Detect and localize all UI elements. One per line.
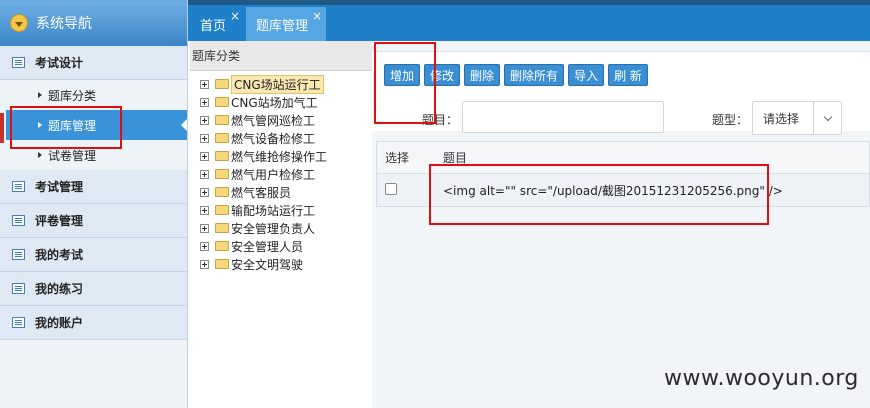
import-button[interactable]: 导入 [568,64,605,86]
row-checkbox[interactable] [385,182,397,195]
sidebar-group-label: 考试设计 [35,56,84,70]
tree-node[interactable]: 安全文明驾驶 [190,255,372,273]
category-panel-title: 题库分类 [190,41,372,71]
tab-bar: 首页 × 题库管理 × [188,5,870,41]
tree-node[interactable]: CNG站场加气工 [190,93,372,111]
tab-label: 题库管理 [256,18,309,34]
annotation-box [374,42,436,124]
tree-node[interactable]: 燃气客服员 [190,183,372,201]
nav-header-label: 系统导航 [36,16,92,32]
folder-icon [215,133,229,143]
chevron-down-icon[interactable] [813,102,841,134]
column-header-select: 选择 [385,151,410,165]
tree-node-label[interactable]: 燃气用户检修工 [231,166,315,183]
type-filter-label: 题型： [712,113,749,127]
tree-node[interactable]: 燃气维抢修操作工 [190,147,372,165]
folder-icon [215,115,229,125]
expand-icon[interactable] [200,223,209,233]
expand-icon[interactable] [200,133,209,143]
row-select-cell [377,182,419,198]
expand-icon[interactable] [200,151,209,161]
toolbar-area: 增加 修改 删除 删除所有 导入 刷 新 题目： 题型： 请选择 [372,51,870,135]
tree-node[interactable]: 输配场站运行工 [190,201,372,219]
nav-header[interactable]: 系统导航 [0,0,187,46]
type-select[interactable]: 请选择 [752,101,842,135]
delete-all-button[interactable]: 删除所有 [504,64,565,86]
folder-icon [215,259,229,269]
sidebar-group-exam-management[interactable]: 考试管理 [0,170,187,204]
tree-node[interactable]: 燃气管网巡检工 [190,111,372,129]
tree-node-label[interactable]: 安全管理人员 [231,238,303,255]
close-icon[interactable]: × [312,9,322,23]
active-indicator [0,113,4,143]
sidebar-item-label: 试卷管理 [48,148,97,163]
expand-icon[interactable] [200,187,209,197]
sidebar-group-label: 我的练习 [35,282,84,296]
folder-icon [215,205,229,215]
tree-node-label[interactable]: 燃气客服员 [231,184,291,201]
tree-node[interactable]: CNG场站运行工 [190,74,372,94]
expand-icon[interactable] [200,205,209,215]
sidebar: 系统导航 考试设计 题库分类 题库管理 试卷管理 考试管理 评卷管理 我的考试 … [0,0,188,408]
annotation-box [429,164,769,225]
category-tree: CNG场站运行工 CNG站场加气工 燃气管网巡检工 燃气设备检修工 燃气维抢修操… [190,71,372,273]
folder-icon [215,151,229,161]
folder-icon [215,223,229,233]
list-icon [12,57,25,68]
list-icon [12,215,25,226]
list-icon [12,181,25,192]
sidebar-item-label: 题库分类 [48,88,97,103]
sidebar-group-label: 我的考试 [35,248,84,262]
sidebar-group-label: 评卷管理 [35,214,84,228]
arrow-right-icon [38,92,42,98]
tab-question-bank[interactable]: 题库管理 × [246,7,327,41]
question-filter-input[interactable] [462,101,664,133]
category-panel: 题库分类 CNG场站运行工 CNG站场加气工 燃气管网巡检工 燃气设备检修工 燃… [190,41,372,408]
tree-node-label[interactable]: 燃气管网巡检工 [231,112,315,129]
refresh-button[interactable]: 刷 新 [608,64,648,86]
sidebar-group-label: 我的账户 [35,316,84,330]
tree-node-label[interactable]: 燃气设备检修工 [231,130,315,147]
list-icon [12,317,25,328]
tree-node[interactable]: 安全管理人员 [190,237,372,255]
folder-icon [215,169,229,179]
expand-icon[interactable] [200,79,209,89]
tree-node-label[interactable]: CNG场站运行工 [231,74,324,94]
expand-icon[interactable] [200,97,209,107]
tree-node-label[interactable]: 燃气维抢修操作工 [231,148,327,165]
delete-button[interactable]: 删除 [464,64,501,86]
sidebar-group-grading[interactable]: 评卷管理 [0,204,187,238]
list-icon [12,283,25,294]
annotation-box [10,106,122,149]
expand-icon[interactable] [200,259,209,269]
sidebar-group-exam-design[interactable]: 考试设计 [0,46,187,80]
sidebar-group-my-account[interactable]: 我的账户 [0,306,187,340]
collapse-icon[interactable] [10,14,28,32]
expand-icon[interactable] [200,241,209,251]
tree-node-label[interactable]: 安全文明驾驶 [231,256,303,273]
tab-label: 首页 [200,18,227,34]
close-icon[interactable]: × [230,9,240,23]
sidebar-group-my-exams[interactable]: 我的考试 [0,238,187,272]
list-icon [12,249,25,260]
expand-icon[interactable] [200,115,209,125]
folder-icon [215,97,229,107]
folder-icon [215,241,229,251]
folder-icon [215,187,229,197]
sidebar-group-my-practice[interactable]: 我的练习 [0,272,187,306]
tree-node-label[interactable]: CNG站场加气工 [231,94,318,111]
folder-icon [215,79,229,89]
tab-home[interactable]: 首页 × [190,7,244,41]
expand-icon[interactable] [200,169,209,179]
tree-node[interactable]: 安全管理负责人 [190,219,372,237]
arrow-right-icon [38,152,42,158]
sidebar-group-label: 考试管理 [35,180,84,194]
type-select-value: 请选择 [763,111,800,126]
watermark: www.wooyun.org [664,366,859,391]
tree-node-label[interactable]: 输配场站运行工 [231,202,315,219]
tree-node[interactable]: 燃气设备检修工 [190,129,372,147]
tree-node-label[interactable]: 安全管理负责人 [231,220,315,237]
tree-node[interactable]: 燃气用户检修工 [190,165,372,183]
